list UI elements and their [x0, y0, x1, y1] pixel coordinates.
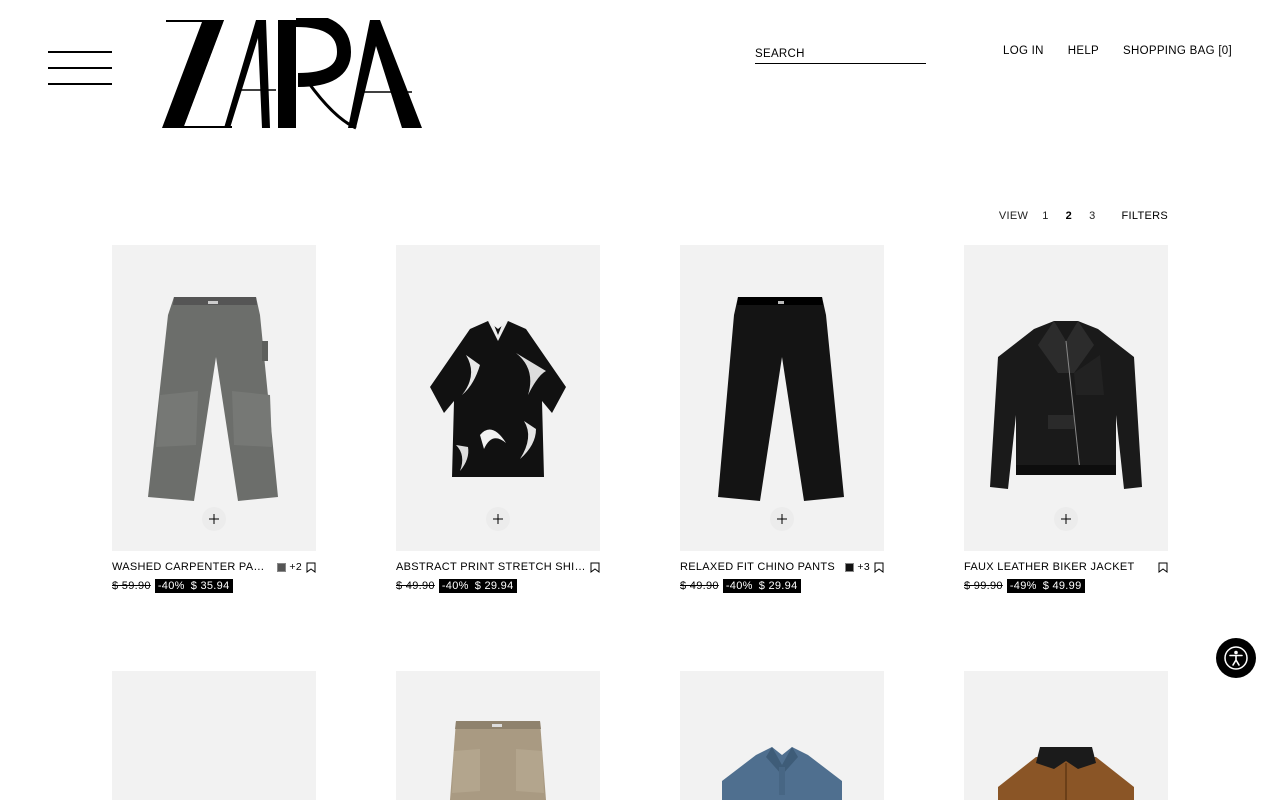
zara-logo[interactable] [158, 13, 424, 130]
add-to-bag-button[interactable] [202, 507, 226, 531]
view-option-2[interactable]: 2 [1066, 210, 1072, 222]
brown-jacket-image [998, 747, 1134, 800]
color-swatch[interactable] [845, 562, 855, 572]
zara-logo-mark [162, 13, 422, 130]
chino-pants-image [718, 297, 844, 501]
more-colors[interactable]: +3 [857, 561, 870, 573]
menu-line [48, 83, 112, 85]
product-prices: $ 49.90 -40% $ 29.94 [680, 578, 884, 594]
product-name[interactable]: RELAXED FIT CHINO PANTS [680, 561, 837, 573]
sale-price: $ 49.99 [1042, 580, 1082, 592]
product-card[interactable]: FAUX LEATHER BIKER JACKET $ 99.90 -49% $… [964, 245, 1168, 594]
blue-polo-image [722, 747, 842, 800]
bookmark-icon[interactable] [590, 562, 600, 573]
product-image[interactable] [680, 671, 884, 800]
original-price: $ 49.90 [396, 580, 435, 592]
sale-price-badge: -40% $ 29.94 [438, 579, 517, 593]
discount-percent: -40% [157, 580, 185, 592]
product-image[interactable] [964, 245, 1168, 551]
discount-percent: -40% [441, 580, 469, 592]
product-card[interactable] [964, 671, 1168, 800]
bookmark-icon[interactable] [306, 562, 316, 573]
login-link[interactable]: LOG IN [1003, 45, 1044, 57]
bookmark-icon[interactable] [874, 562, 884, 573]
sale-price: $ 35.94 [190, 580, 230, 592]
product-prices: $ 59.90 -40% $ 35.94 [112, 578, 316, 594]
top-navigation: LOG IN HELP SHOPPING BAG [0] [1003, 45, 1232, 57]
product-image[interactable] [680, 245, 884, 551]
sale-price: $ 29.94 [758, 580, 798, 592]
product-name[interactable]: FAUX LEATHER BIKER JACKET [964, 561, 1154, 573]
product-prices: $ 49.90 -40% $ 29.94 [396, 578, 600, 594]
add-to-bag-button[interactable] [1054, 507, 1078, 531]
product-image[interactable] [396, 245, 600, 551]
product-meta: RELAXED FIT CHINO PANTS +3 [680, 561, 884, 573]
sale-price-badge: -49% $ 49.99 [1006, 579, 1085, 593]
accessibility-icon [1224, 646, 1248, 670]
view-controls: VIEW 1 2 3 FILTERS [999, 210, 1168, 222]
product-image[interactable] [964, 671, 1168, 800]
carpenter-shorts-image [450, 721, 546, 800]
plus-icon [209, 514, 219, 524]
color-swatch[interactable] [277, 562, 287, 572]
product-card[interactable]: ABSTRACT PRINT STRETCH SHIRT $ 49.90 -40… [396, 245, 600, 594]
original-price: $ 49.90 [680, 580, 719, 592]
view-label: VIEW [998, 210, 1029, 222]
original-price: $ 59.90 [112, 580, 151, 592]
product-image[interactable] [112, 245, 316, 551]
shopping-bag-link[interactable]: SHOPPING BAG [0] [1123, 45, 1232, 57]
view-option-1[interactable]: 1 [1042, 210, 1048, 222]
menu-line [48, 51, 112, 53]
product-card[interactable]: RELAXED FIT CHINO PANTS +3 $ 49.90 -40% … [680, 245, 884, 594]
product-prices: $ 99.90 -49% $ 49.99 [964, 578, 1168, 594]
sale-price-badge: -40% $ 29.94 [722, 579, 801, 593]
product-image[interactable] [396, 671, 600, 800]
product-meta: ABSTRACT PRINT STRETCH SHIRT [396, 561, 600, 573]
search-input[interactable] [755, 45, 926, 63]
product-card[interactable] [112, 671, 316, 800]
product-card[interactable]: WASHED CARPENTER PANTS +2 $ 59.90 -40% $… [112, 245, 316, 594]
menu-line [48, 67, 112, 69]
sale-price-badge: -40% $ 35.94 [154, 579, 233, 593]
product-card[interactable] [680, 671, 884, 800]
sale-price: $ 29.94 [474, 580, 514, 592]
plus-icon [1061, 514, 1071, 524]
product-meta: FAUX LEATHER BIKER JACKET [964, 561, 1168, 573]
view-option-3[interactable]: 3 [1089, 210, 1095, 222]
abstract-shirt-image [430, 321, 566, 477]
product-meta: WASHED CARPENTER PANTS +2 [112, 561, 316, 573]
carpenter-pants-image [148, 297, 278, 501]
biker-jacket-image [990, 321, 1142, 489]
add-to-bag-button[interactable] [770, 507, 794, 531]
product-name[interactable]: ABSTRACT PRINT STRETCH SHIRT [396, 561, 586, 573]
more-colors[interactable]: +2 [289, 561, 302, 573]
search-field[interactable] [755, 44, 926, 64]
discount-percent: -40% [725, 580, 753, 592]
accessibility-button[interactable] [1216, 638, 1256, 678]
help-link[interactable]: HELP [1068, 45, 1099, 57]
plus-icon [493, 514, 503, 524]
plus-icon [777, 514, 787, 524]
filters-button[interactable]: FILTERS [1121, 210, 1168, 222]
add-to-bag-button[interactable] [486, 507, 510, 531]
product-card[interactable] [396, 671, 600, 800]
discount-percent: -49% [1009, 580, 1037, 592]
original-price: $ 99.90 [964, 580, 1003, 592]
product-name[interactable]: WASHED CARPENTER PANTS [112, 561, 269, 573]
menu-button[interactable] [48, 50, 112, 86]
product-image[interactable] [112, 671, 316, 800]
bookmark-icon[interactable] [1158, 562, 1168, 573]
